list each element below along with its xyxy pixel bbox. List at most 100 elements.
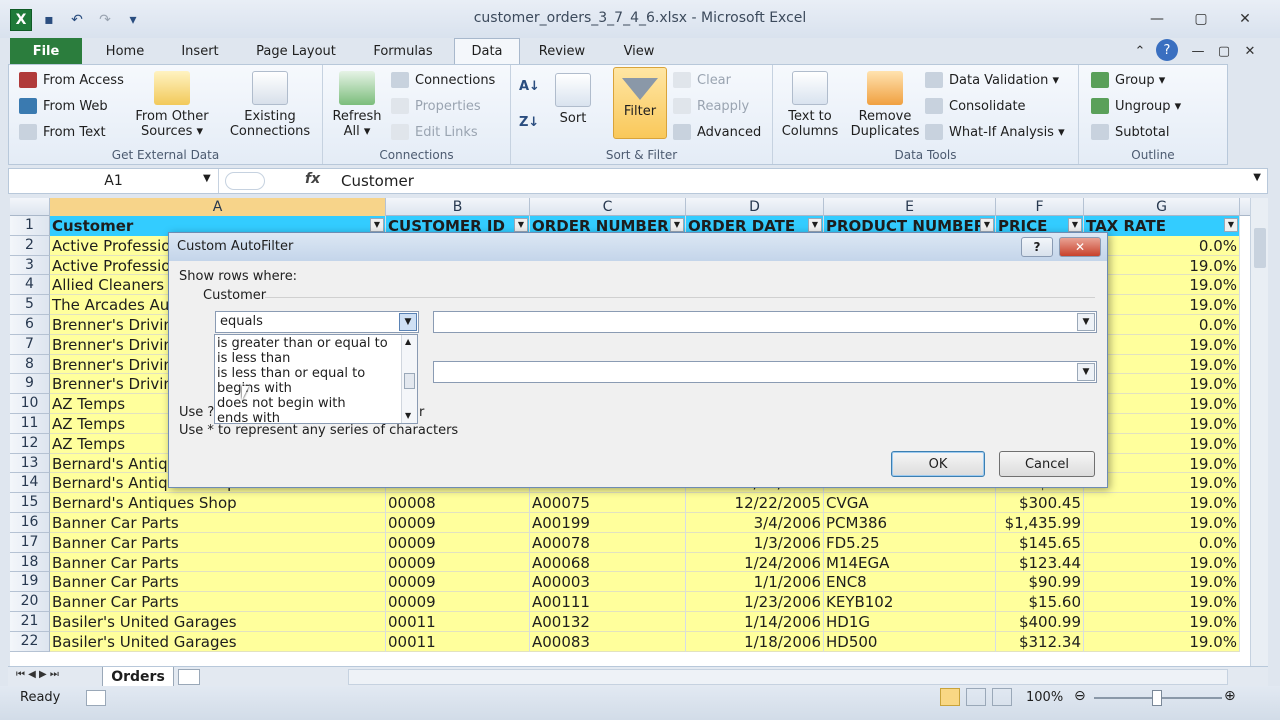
table-cell[interactable]: Banner Car Parts bbox=[50, 532, 386, 553]
sheet-nav-icons[interactable]: ⏮ ◀ ▶ ⏭ bbox=[16, 669, 59, 680]
workbook-close-icon[interactable]: ✕ bbox=[1238, 40, 1262, 62]
name-box[interactable]: A1 bbox=[9, 169, 219, 193]
clear-filter-button[interactable]: Clear bbox=[673, 69, 731, 91]
page-layout-view-icon[interactable] bbox=[966, 688, 986, 706]
table-cell[interactable]: $90.99 bbox=[996, 572, 1084, 593]
tab-home[interactable]: Home bbox=[90, 38, 160, 64]
zoom-out-icon[interactable]: ⊖ bbox=[1074, 688, 1086, 704]
row-header[interactable]: 1 bbox=[10, 216, 50, 236]
table-cell[interactable]: 1/14/2006 bbox=[686, 612, 824, 632]
sort-z-a-icon[interactable]: Z↓ bbox=[519, 111, 539, 133]
scroll-down-icon[interactable]: ▼ bbox=[405, 411, 411, 420]
option-less-than[interactable]: is less than bbox=[217, 351, 290, 366]
zoom-slider-thumb[interactable] bbox=[1152, 690, 1162, 706]
table-cell[interactable]: M14EGA bbox=[824, 552, 996, 573]
table-cell[interactable]: 0.0% bbox=[1084, 532, 1240, 553]
formula-bar-collapse-icon[interactable] bbox=[225, 172, 265, 190]
cancel-button[interactable]: Cancel bbox=[999, 451, 1095, 477]
horizontal-scrollbar[interactable] bbox=[348, 669, 1228, 685]
option-less-or-equal[interactable]: is less than or equal to bbox=[217, 366, 365, 381]
help-icon[interactable]: ? bbox=[1156, 39, 1178, 61]
table-cell[interactable]: $15.60 bbox=[996, 592, 1084, 612]
select-all-corner[interactable] bbox=[10, 198, 50, 216]
option-does-not-begin-with[interactable]: does not begin with bbox=[217, 396, 346, 411]
row-header[interactable]: 2 bbox=[10, 235, 50, 256]
edit-links-button[interactable]: Edit Links bbox=[391, 121, 478, 143]
maximize-button[interactable]: ▢ bbox=[1184, 8, 1218, 30]
sort-button[interactable]: Sort bbox=[551, 73, 595, 126]
dropdown-scrollbar[interactable]: ▲ ▼ bbox=[401, 335, 417, 423]
table-cell[interactable]: 12/22/2005 bbox=[686, 493, 824, 513]
table-cell[interactable]: 00009 bbox=[386, 513, 530, 533]
table-cell[interactable]: KEYB102 bbox=[824, 592, 996, 612]
table-cell[interactable]: ENC8 bbox=[824, 572, 996, 593]
from-text-button[interactable]: From Text bbox=[19, 121, 106, 143]
table-cell[interactable]: 3/4/2006 bbox=[686, 513, 824, 533]
tab-data[interactable]: Data bbox=[454, 38, 520, 64]
filter-dropdown-icon[interactable]: ▼ bbox=[980, 218, 994, 232]
column-header-b[interactable]: B bbox=[386, 198, 530, 216]
row-header[interactable]: 11 bbox=[10, 414, 50, 434]
subtotal-button[interactable]: Subtotal bbox=[1091, 121, 1169, 143]
collapse-ribbon-icon[interactable]: ⌃ bbox=[1128, 40, 1152, 62]
expand-formula-bar-icon[interactable]: ▼ bbox=[1253, 172, 1261, 183]
remove-duplicates-button[interactable]: Remove Duplicates bbox=[847, 71, 923, 139]
normal-view-icon[interactable] bbox=[940, 688, 960, 706]
table-cell[interactable]: A00199 bbox=[530, 513, 686, 533]
table-cell[interactable]: Banner Car Parts bbox=[50, 592, 386, 612]
group-button[interactable]: Group ▾ bbox=[1091, 69, 1165, 91]
advanced-filter-button[interactable]: Advanced bbox=[673, 121, 761, 143]
table-cell[interactable]: $300.45 bbox=[996, 493, 1084, 513]
row-header[interactable]: 18 bbox=[10, 552, 50, 573]
value-input-2[interactable]: ▼ bbox=[433, 361, 1097, 383]
row-header[interactable]: 21 bbox=[10, 612, 50, 632]
table-cell[interactable]: Basiler's United Garages bbox=[50, 631, 386, 652]
sheet-tab-orders[interactable]: Orders bbox=[102, 667, 174, 687]
row-header[interactable]: 22 bbox=[10, 631, 50, 652]
scroll-up-icon[interactable]: ▲ bbox=[405, 337, 411, 346]
column-header-a[interactable]: A bbox=[50, 198, 386, 216]
minimize-button[interactable]: — bbox=[1140, 8, 1174, 30]
filter-dropdown-icon[interactable]: ▼ bbox=[1068, 218, 1082, 232]
table-cell[interactable]: Banner Car Parts bbox=[50, 552, 386, 573]
consolidate-button[interactable]: Consolidate bbox=[925, 95, 1026, 117]
table-cell[interactable]: CVGA bbox=[824, 493, 996, 513]
sort-a-z-icon[interactable]: A↓ bbox=[519, 75, 540, 97]
what-if-analysis-button[interactable]: What-If Analysis ▾ bbox=[925, 121, 1065, 143]
value-dropdown-icon-1[interactable]: ▼ bbox=[1077, 313, 1095, 331]
table-cell[interactable]: 1/23/2006 bbox=[686, 592, 824, 612]
table-cell[interactable]: Bernard's Antiques Shop bbox=[50, 493, 386, 513]
filter-dropdown-icon[interactable]: ▼ bbox=[370, 218, 384, 232]
data-validation-button[interactable]: Data Validation ▾ bbox=[925, 69, 1059, 91]
row-header[interactable]: 9 bbox=[10, 374, 50, 395]
from-access-button[interactable]: From Access bbox=[19, 69, 124, 91]
table-cell[interactable]: 00011 bbox=[386, 631, 530, 652]
column-header-d[interactable]: D bbox=[686, 198, 824, 216]
formula-input[interactable]: Customer bbox=[341, 172, 414, 190]
table-cell[interactable]: 1/1/2006 bbox=[686, 572, 824, 593]
table-cell[interactable]: 19.0% bbox=[1084, 513, 1240, 533]
table-cell[interactable]: A00003 bbox=[530, 572, 686, 593]
macro-record-icon[interactable] bbox=[86, 690, 106, 706]
tab-review[interactable]: Review bbox=[526, 38, 598, 64]
table-cell[interactable]: Banner Car Parts bbox=[50, 513, 386, 533]
table-cell[interactable]: FD5.25 bbox=[824, 532, 996, 553]
zoom-in-icon[interactable]: ⊕ bbox=[1224, 688, 1236, 704]
table-cell[interactable]: 00008 bbox=[386, 493, 530, 513]
table-cell[interactable]: A00078 bbox=[530, 532, 686, 553]
table-cell[interactable]: HD1G bbox=[824, 612, 996, 632]
table-cell[interactable]: HD500 bbox=[824, 631, 996, 652]
insert-function-icon[interactable]: fx bbox=[305, 171, 320, 187]
row-header[interactable]: 4 bbox=[10, 275, 50, 296]
table-cell[interactable]: Banner Car Parts bbox=[50, 572, 386, 593]
column-header-e[interactable]: E bbox=[824, 198, 996, 216]
row-header[interactable]: 17 bbox=[10, 532, 50, 553]
tab-insert[interactable]: Insert bbox=[164, 38, 236, 64]
row-header[interactable]: 7 bbox=[10, 334, 50, 355]
table-cell[interactable]: A00075 bbox=[530, 493, 686, 513]
row-header[interactable]: 16 bbox=[10, 513, 50, 533]
workbook-restore-icon[interactable]: ▢ bbox=[1212, 40, 1236, 62]
option-begins-with[interactable]: begins with bbox=[217, 381, 292, 396]
row-header[interactable]: 19 bbox=[10, 572, 50, 593]
table-cell[interactable]: $400.99 bbox=[996, 612, 1084, 632]
